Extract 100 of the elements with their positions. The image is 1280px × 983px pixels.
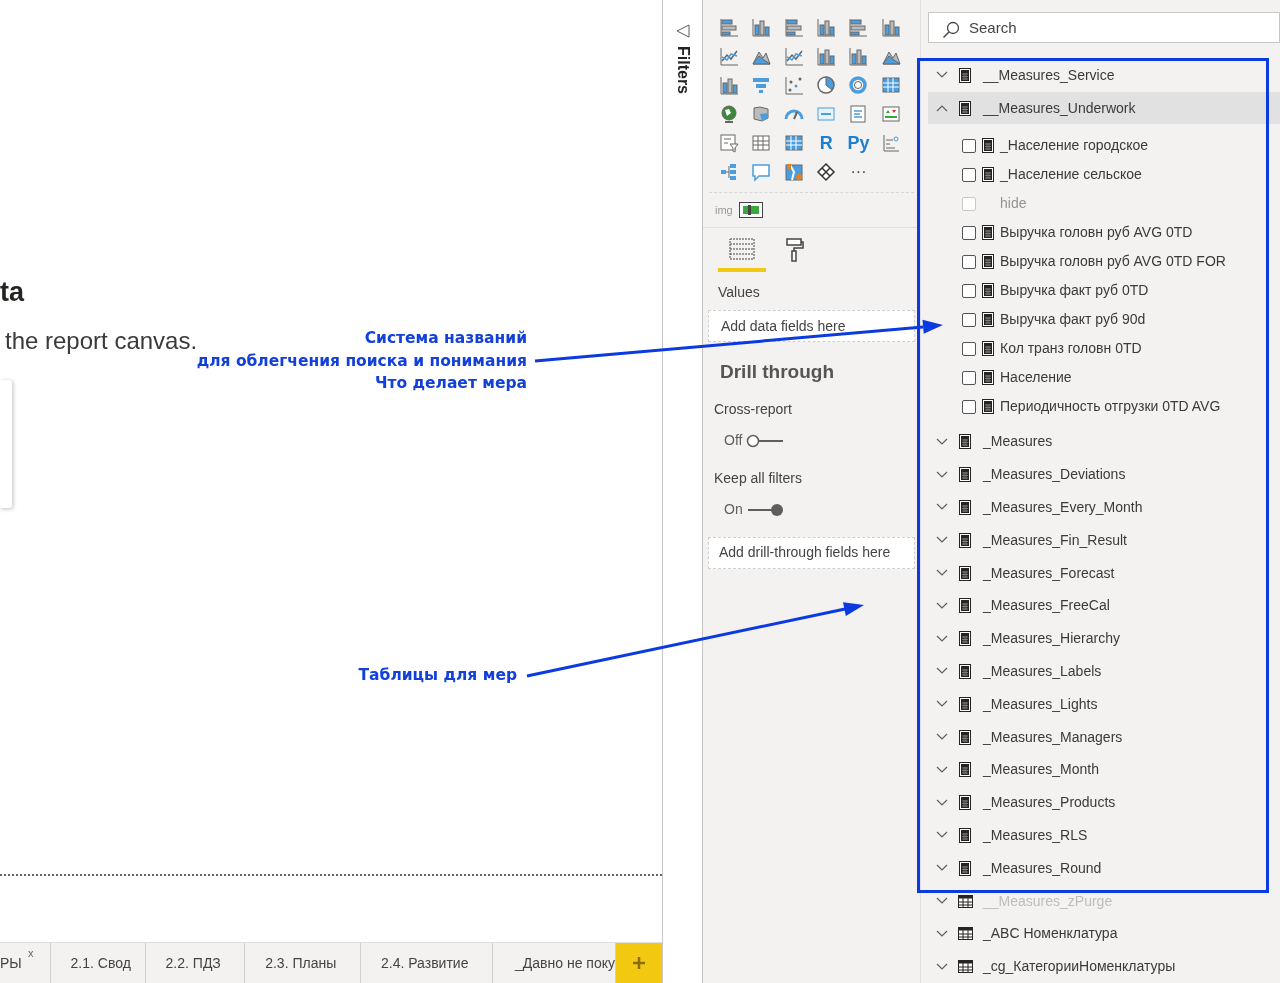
table-row[interactable]: _Measures_Month (928, 753, 1280, 787)
scatter-chart-icon[interactable] (783, 74, 804, 95)
field-checkbox[interactable] (962, 225, 976, 240)
table-row[interactable]: __Measures_Service (928, 58, 1280, 92)
table-row[interactable]: _Measures_Fin_Result (928, 523, 1280, 557)
line-chart-icon[interactable] (719, 45, 740, 66)
field-checkbox[interactable] (962, 138, 976, 153)
chevron-down-icon[interactable] (936, 962, 948, 971)
filters-pane[interactable]: Filters (662, 0, 703, 983)
pie-chart-icon[interactable] (816, 74, 837, 95)
table-row[interactable]: _cg_КатегорииНоменклатуры (928, 950, 1280, 983)
table-name: _Measures_Fin_Result (983, 530, 1127, 550)
table-icon (957, 927, 973, 941)
table-row[interactable]: __Measures_Underwork (928, 91, 1280, 125)
page-tab[interactable]: 2.2. ПДЗ (145, 943, 246, 983)
search-field[interactable]: Search (928, 12, 1280, 43)
table-row[interactable]: _Measures_Products (928, 786, 1280, 819)
chevron-down-icon[interactable] (936, 897, 948, 905)
more-visuals-button[interactable]: ··· (850, 163, 867, 180)
combo-chart-icon[interactable] (816, 45, 837, 66)
speech-bubble-icon[interactable] (751, 161, 772, 182)
table-row[interactable]: _Measures_Round (928, 851, 1280, 885)
field-checkbox[interactable] (962, 254, 976, 269)
chevron-down-icon[interactable] (936, 437, 948, 446)
table-name: _Measures (983, 432, 1053, 452)
chevron-down-icon[interactable] (936, 929, 948, 938)
diamond-icon[interactable] (816, 161, 837, 182)
table-row[interactable]: _Measures_Managers (928, 720, 1280, 754)
table-row[interactable]: _Measures_RLS (928, 819, 1280, 852)
field-checkbox[interactable] (962, 167, 976, 182)
table-row[interactable]: _Measures_Hierarchy (928, 622, 1280, 656)
calculator-icon (959, 100, 971, 116)
page-tab[interactable]: 2.3. Планы (245, 943, 361, 983)
custom-visual-icon[interactable] (738, 202, 763, 218)
calculator-icon (982, 254, 994, 270)
column-chart-icon[interactable] (816, 16, 837, 37)
field-checkbox[interactable] (962, 370, 976, 385)
chevron-down-icon[interactable] (936, 569, 948, 578)
chevron-down-icon[interactable] (936, 536, 948, 545)
script-visual-button[interactable]: R (819, 133, 833, 152)
calculator-icon (959, 663, 971, 679)
chevron-down-icon[interactable] (936, 798, 948, 807)
table-row[interactable]: _Measures_Lights (928, 687, 1280, 721)
table-row[interactable]: _Measures_Forecast (928, 556, 1280, 590)
field-checkbox[interactable] (962, 341, 976, 356)
table-row[interactable]: _Measures_Every_Month (928, 491, 1280, 524)
field-checkbox[interactable] (962, 399, 976, 414)
globe-icon[interactable] (719, 103, 740, 124)
combo-chart-icon[interactable] (848, 45, 869, 66)
chevron-down-icon[interactable] (936, 765, 948, 774)
chevron-down-icon[interactable] (936, 71, 948, 80)
kpi-icon[interactable] (880, 103, 901, 124)
toggle-switch[interactable] (746, 433, 785, 448)
table-row[interactable]: _ABC Номенклатура (928, 917, 1280, 951)
chevron-down-icon[interactable] (936, 667, 948, 676)
table-row[interactable]: _Measures (928, 425, 1280, 459)
table-row[interactable]: _Measures_FreeCal (928, 589, 1280, 623)
page-tab[interactable]: 2.4. Развитие (361, 943, 494, 983)
close-tab-button[interactable]: x (28, 945, 34, 962)
chevron-down-icon[interactable] (936, 700, 948, 709)
bar-chart-icon[interactable] (848, 16, 869, 37)
table-row[interactable]: _Measures_Deviations (928, 458, 1280, 492)
column-chart-icon[interactable] (751, 16, 772, 37)
chevron-down-icon[interactable] (936, 634, 948, 643)
chevron-down-icon[interactable] (936, 831, 948, 840)
chevron-down-icon[interactable] (936, 470, 948, 479)
line-chart-icon[interactable] (783, 45, 804, 66)
chevron-down-icon[interactable] (936, 864, 948, 873)
calculator-icon (959, 434, 971, 450)
table-row[interactable]: _Measures_Labels (928, 655, 1280, 688)
page-tab[interactable]: РЫ x (0, 943, 51, 983)
chevron-down-icon[interactable] (936, 733, 948, 741)
calculator-icon (982, 167, 994, 183)
column-chart-icon[interactable] (880, 16, 901, 37)
calculator-icon (982, 370, 994, 386)
toggle-switch[interactable] (746, 502, 785, 517)
map-icon[interactable] (783, 161, 804, 182)
bar-chart-icon[interactable] (783, 16, 804, 37)
table-name: _ABC Номенклатура (983, 924, 1118, 944)
slicer-icon[interactable] (719, 132, 740, 153)
table-icon[interactable] (751, 132, 772, 153)
chevron-down-icon[interactable] (936, 601, 948, 610)
fields-tab[interactable] (718, 238, 766, 272)
donut-chart-icon[interactable] (848, 74, 869, 95)
map-icon[interactable] (751, 103, 772, 124)
chevron-up-icon[interactable] (936, 104, 948, 113)
chevron-down-icon[interactable] (936, 503, 948, 512)
field-checkbox[interactable] (962, 312, 976, 327)
script-visual-button[interactable]: Py (847, 133, 870, 152)
field-checkbox[interactable] (962, 283, 976, 298)
field-name: Периодичность отгрузки 0TD AVG (1000, 397, 1221, 417)
column-chart-icon[interactable] (719, 74, 740, 95)
calculator-icon (982, 225, 994, 241)
calculator-icon (959, 795, 971, 811)
bar-chart-icon[interactable] (719, 16, 740, 37)
matrix-icon[interactable] (783, 132, 804, 153)
page-tab[interactable]: 2.1. Свод (50, 943, 146, 983)
add-page-button[interactable] (616, 943, 662, 983)
treemap-icon[interactable] (880, 74, 901, 95)
table-name: _Measures_Labels (983, 661, 1102, 681)
